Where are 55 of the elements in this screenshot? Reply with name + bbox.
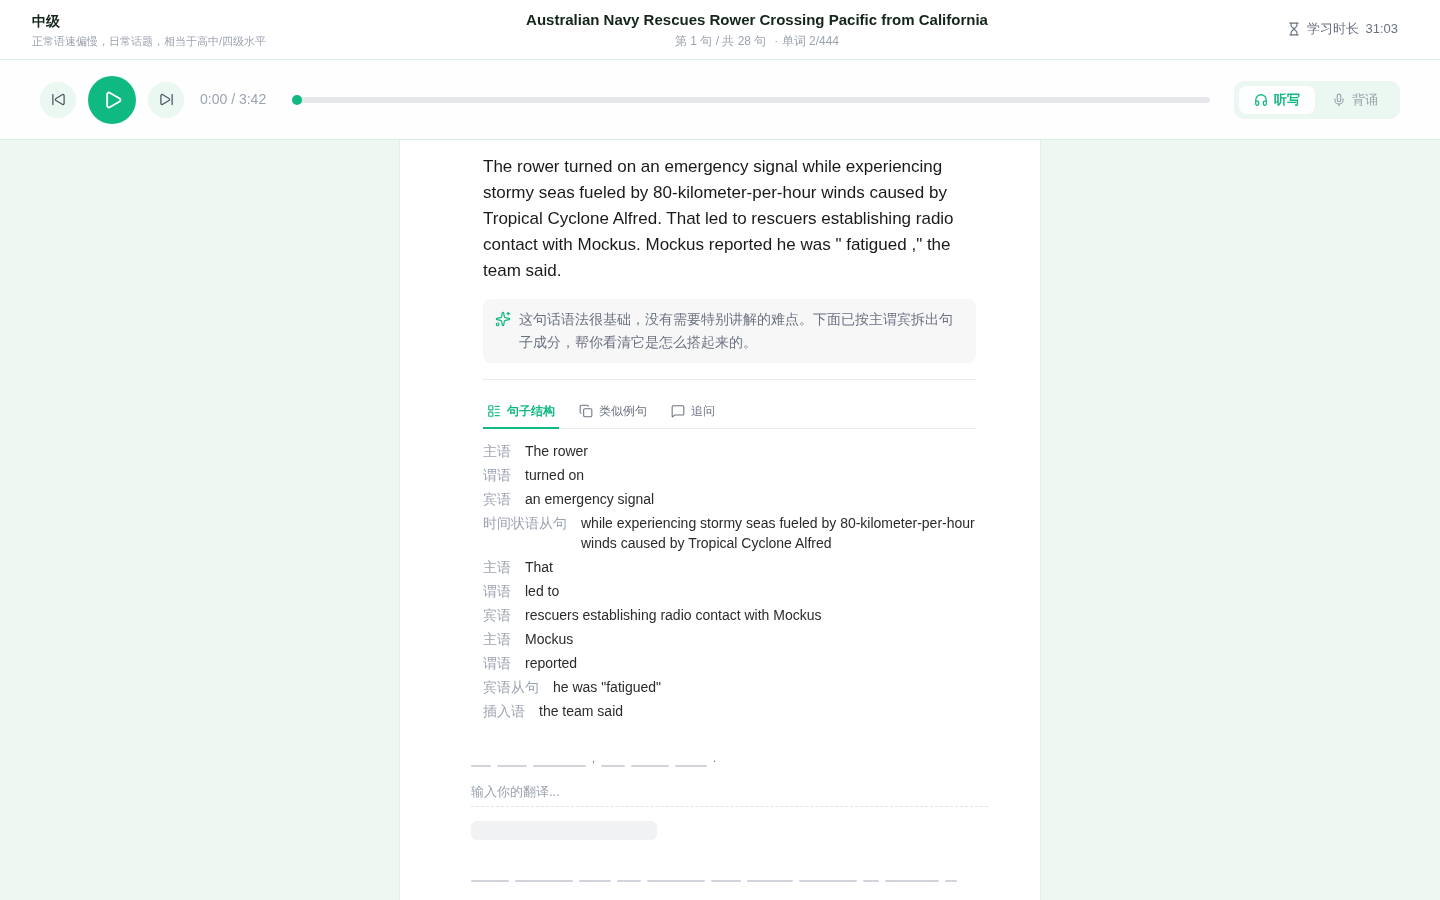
headphones-icon <box>1254 92 1268 107</box>
phrase-text: turned on <box>525 466 585 485</box>
mode-tab[interactable]: 背诵 <box>1315 85 1395 114</box>
skip-forward-icon <box>158 92 174 107</box>
phrase-text: led to <box>525 582 560 601</box>
translation-input[interactable]: 输入你的翻译... <box>471 777 988 807</box>
grammar-role: 插入语 <box>483 702 525 721</box>
phrase-text: Mockus <box>525 630 574 649</box>
phrase-text: reported <box>525 654 578 673</box>
list-icon <box>487 404 501 418</box>
grammar-role: 主语 <box>483 442 511 461</box>
phrase-text: That <box>525 558 553 577</box>
level-description: 正常语速偏慢，日常话题，相当于高中/四级水平 <box>32 33 268 48</box>
skip-back-icon <box>50 92 66 107</box>
punctuation-mark: , <box>592 751 596 765</box>
progress-track[interactable] <box>292 96 1210 103</box>
tab[interactable]: 类似例句 <box>575 398 651 429</box>
article-title: Australian Navy Rescues Rower Crossing Pacific from California <box>526 10 988 30</box>
previous-button[interactable] <box>40 81 76 118</box>
copy-icon <box>579 404 593 418</box>
tab[interactable]: 句子结构 <box>483 398 559 429</box>
playback-time: 0:00 / 3:42 <box>200 90 267 109</box>
punctuation-mark: . <box>713 751 717 765</box>
phrase-text: he was "fatigued" <box>553 678 661 697</box>
grammar-role: 时间状语从句 <box>483 514 567 533</box>
phrase-text: an emergency signal <box>525 490 655 509</box>
play-icon <box>103 89 123 110</box>
hint-text: 这句话语法很基础，没有需要特别讲解的难点。下面已按主谓宾拆出句子成分，帮你看清它是怎么搭起来的。 <box>519 311 954 352</box>
grammar-role: 宾语 <box>483 490 511 509</box>
grammar-role: 主语 <box>483 558 511 577</box>
microphone-icon <box>1332 92 1346 107</box>
phrase-text: The rower <box>525 442 589 461</box>
word-count: · 单词 2/444 <box>774 33 840 49</box>
tab[interactable]: 追问 <box>667 398 719 429</box>
phrase-text: while experiencing stormy seas fueled by 80-kilometer-per-hour winds caused by Tropical Cyclone Alfred <box>581 514 976 553</box>
study-time-label: 学习时长 <box>1307 19 1360 38</box>
sentence-text: The rower turned on an emergency signal while experiencing stormy seas fueled by 80-kilometer-per-hour winds caused by Tropical Cyclone Alfred. That led to rescuers establishing radio contact with Mockus. Mockus reported he was " fatigued ," the team said. <box>483 156 955 282</box>
mode-tab[interactable]: 听写 <box>1239 85 1315 114</box>
hourglass-icon <box>1287 21 1302 36</box>
chat-bubble-icon <box>671 404 685 418</box>
level-title: 中级 <box>32 11 61 30</box>
play-button[interactable] <box>88 75 136 124</box>
grammar-role: 宾语 <box>483 606 511 625</box>
grammar-role: 谓语 <box>483 582 511 601</box>
next-button[interactable] <box>148 81 184 118</box>
grammar-role: 谓语 <box>483 466 511 485</box>
study-time: 31:03 <box>1365 19 1398 38</box>
sentence-counter: 第 1 句 / 共 28 句 <box>674 33 767 49</box>
sparkle-icon <box>495 311 511 327</box>
phrase-text: the team said <box>539 702 624 721</box>
grammar-role: 宾语从句 <box>483 678 539 697</box>
phrase-text: rescuers establishing radio contact with Mockus <box>525 606 822 625</box>
progress-thumb[interactable] <box>292 94 303 105</box>
grammar-role: 谓语 <box>483 654 511 673</box>
grammar-role: 主语 <box>483 630 511 649</box>
